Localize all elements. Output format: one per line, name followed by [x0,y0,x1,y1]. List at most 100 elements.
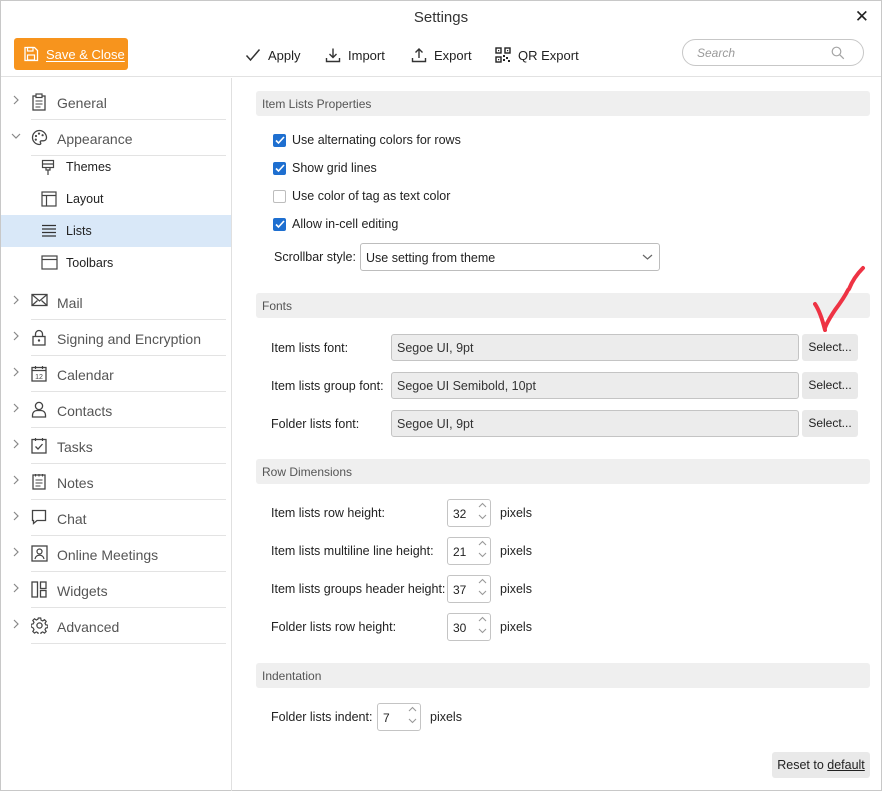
dimension-label: Item lists multiline line height: [271,544,434,558]
reset-to-default-button[interactable]: Reset to default [772,752,870,778]
section-header-item-lists: Item Lists Properties [256,91,870,116]
sidebar-item-label: General [57,95,107,111]
chevron-right-icon[interactable] [11,403,21,413]
sidebar-item-mail[interactable]: Mail [1,284,231,320]
unit-label: pixels [430,710,462,724]
font-field-folder-lists: Segoe UI, 9pt [391,410,799,437]
search-icon[interactable] [831,46,845,60]
mail-icon [31,293,48,307]
sidebar-item-calendar[interactable]: 12 Calendar [1,356,231,392]
sidebar-item-label: Signing and Encryption [57,331,201,347]
sidebar-item-tasks[interactable]: Tasks [1,428,231,464]
export-button[interactable]: Export [411,45,472,65]
sidebar-item-chat[interactable]: Chat [1,500,231,536]
chevron-right-icon[interactable] [11,439,21,449]
folder-indent-stepper[interactable]: 7 [377,703,421,731]
download-icon [325,48,341,63]
import-label: Import [348,47,385,63]
chevron-up-icon[interactable] [408,706,417,712]
select-font-button[interactable]: Select... [802,372,858,399]
stepper-arrows [478,578,487,596]
qr-export-button[interactable]: QR Export [495,45,579,65]
upload-icon [411,48,427,63]
section-header-row-dimensions: Row Dimensions [256,459,870,484]
checkbox-label: Use alternating colors for rows [292,133,461,147]
multiline-height-stepper[interactable]: 21 [447,537,491,565]
sidebar-item-signing[interactable]: Signing and Encryption [1,320,231,356]
chevron-right-icon[interactable] [11,547,21,557]
select-font-button[interactable]: Select... [802,410,858,437]
sidebar-subitem-lists[interactable]: Lists [1,215,231,247]
sidebar-item-notes[interactable]: Notes [1,464,231,500]
window-title: Settings [413,9,469,26]
stepper-value: 32 [453,507,467,521]
sidebar-item-general[interactable]: General [1,84,231,120]
chevron-right-icon[interactable] [11,331,21,341]
sidebar-item-online-meetings[interactable]: Online Meetings [1,536,231,572]
sidebar-item-contacts[interactable]: Contacts [1,392,231,428]
stepper-arrows [478,540,487,558]
unit-label: pixels [500,620,532,634]
checkbox-checked[interactable] [273,133,286,147]
sidebar-subitem-layout[interactable]: Layout [1,183,231,215]
chevron-down-icon[interactable] [11,131,21,141]
scrollbar-style-dropdown[interactable]: Use setting from theme [360,243,660,271]
chevron-right-icon[interactable] [11,511,21,521]
font-field-group: Segoe UI Semibold, 10pt [391,372,799,399]
chevron-up-icon[interactable] [478,578,487,584]
sidebar-subitem-label: Layout [66,192,104,206]
chevron-right-icon[interactable] [11,619,21,629]
checkbox-unchecked[interactable] [273,189,286,203]
meeting-icon [31,545,48,562]
sidebar-subitem-themes[interactable]: Themes [1,151,231,183]
stepper-arrows [408,706,417,724]
checkbox-tag-color[interactable]: Use color of tag as text color [273,187,450,205]
chevron-right-icon[interactable] [11,583,21,593]
chevron-down-icon[interactable] [408,718,417,724]
checkbox-show-grid-lines[interactable]: Show grid lines [273,159,377,177]
checkbox-checked[interactable] [273,161,286,175]
checkbox-checked[interactable] [273,217,286,231]
clipboard-icon [32,93,46,111]
sidebar-item-advanced[interactable]: Advanced [1,608,231,644]
sidebar-item-widgets[interactable]: Widgets [1,572,231,608]
chevron-right-icon[interactable] [11,95,21,105]
select-font-button[interactable]: Select... [802,334,858,361]
chevron-down-icon[interactable] [478,590,487,596]
divider [31,643,226,644]
import-button[interactable]: Import [325,45,385,65]
checkmark-icon [274,163,285,172]
group-header-height-stepper[interactable]: 37 [447,575,491,603]
dimension-label: Folder lists row height: [271,620,397,634]
chevron-right-icon[interactable] [11,367,21,377]
person-icon [31,401,47,418]
qr-export-label: QR Export [518,47,579,63]
checkbox-alternating-colors[interactable]: Use alternating colors for rows [273,131,461,149]
chevron-up-icon[interactable] [478,540,487,546]
search-input[interactable] [697,45,827,61]
checkbox-in-cell-editing[interactable]: Allow in-cell editing [273,215,398,233]
reset-prefix: Reset to [777,758,828,772]
folder-row-height-stepper[interactable]: 30 [447,613,491,641]
chevron-right-icon[interactable] [11,295,21,305]
sidebar-item-label: Contacts [57,403,113,419]
chevron-up-icon[interactable] [478,502,487,508]
chevron-right-icon[interactable] [11,475,21,485]
checkbox-label: Allow in-cell editing [292,217,399,231]
sidebar-item-label: Notes [57,475,94,491]
row-height-stepper[interactable]: 32 [447,499,491,527]
apply-button[interactable]: Apply [245,45,301,65]
sidebar-item-label: Online Meetings [57,547,159,563]
chevron-down-icon[interactable] [478,552,487,558]
chevron-down-icon[interactable] [478,514,487,520]
sidebar-subitem-toolbars[interactable]: Toolbars [1,247,231,279]
section-header-indentation: Indentation [256,663,870,688]
checkmark-icon [274,135,285,144]
chevron-down-icon[interactable] [478,628,487,634]
unit-label: pixels [500,506,532,520]
close-icon[interactable]: ✕ [855,7,869,27]
chevron-up-icon[interactable] [478,616,487,622]
qr-code-icon [495,47,511,63]
font-value: Segoe UI, 9pt [397,417,474,431]
save-close-button[interactable]: Save & Close [14,38,128,70]
